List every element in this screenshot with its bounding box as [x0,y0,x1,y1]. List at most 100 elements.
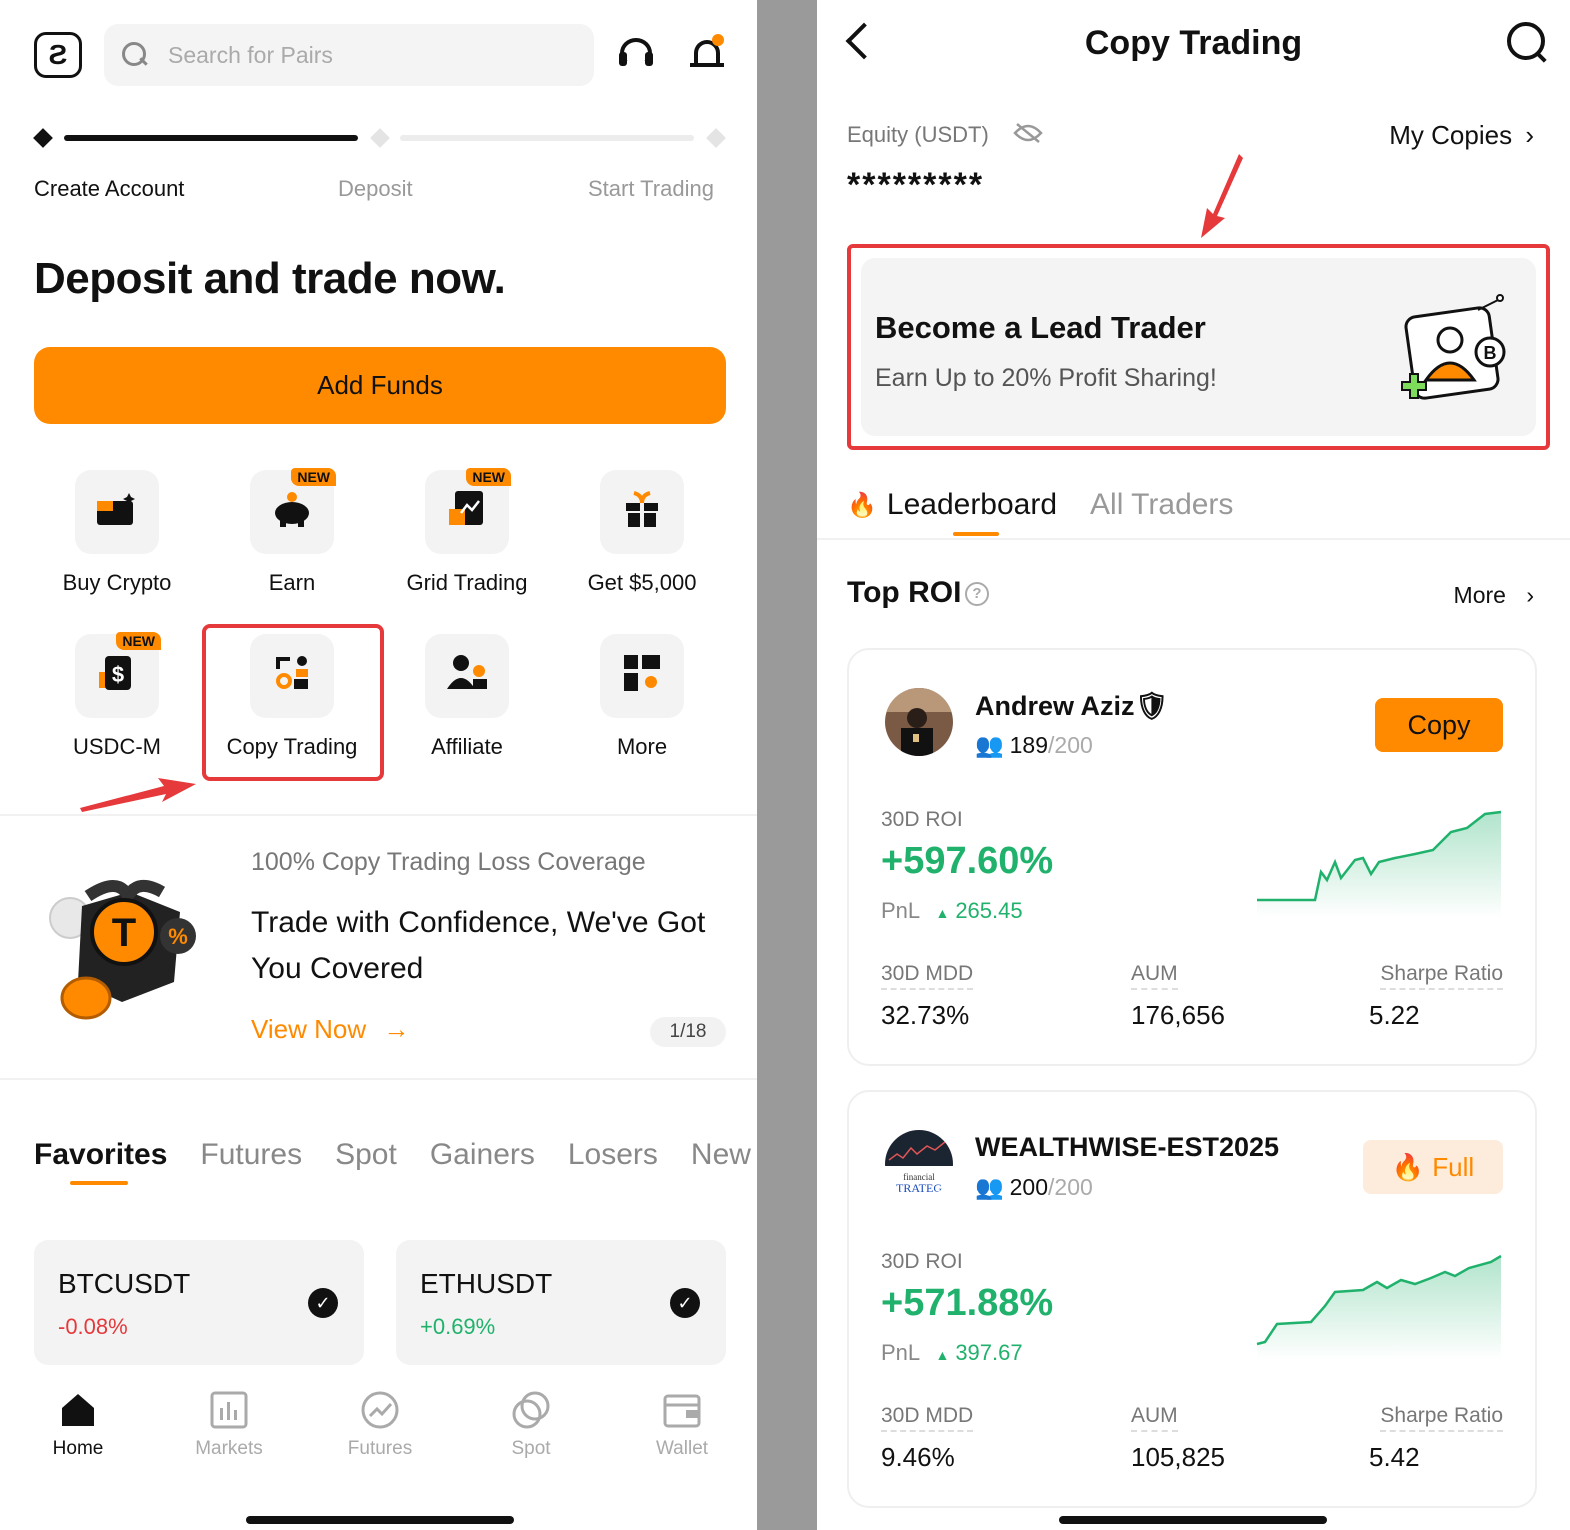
view-now-label: View Now [251,1014,367,1044]
dollar-doc-icon: $ [97,652,137,700]
mdd-label: 30D MDD [881,1404,974,1432]
lead-title: Become a Lead Trader [875,310,1206,345]
nav-label: Futures [347,1438,413,1459]
tab-leaderboard[interactable]: Leaderboard [887,488,1057,522]
tab-new[interactable]: New [691,1138,751,1172]
promo-text: Trade with Confidence, We've Got You Cov… [251,906,706,985]
eye-off-icon[interactable] [1013,122,1043,143]
trader-name: WEALTHWISE-EST2025 [975,1132,1280,1162]
tile-grid-trading[interactable]: NEW Grid Trading [382,468,552,596]
notification-bell-icon[interactable] [688,34,728,74]
step-deposit: Deposit [338,176,413,201]
market-tabs: Favorites Futures Spot Gainers Losers Ne… [34,1138,757,1172]
fire-icon: 🔥 [847,491,877,519]
search-icon[interactable] [1507,22,1547,62]
new-badge: NEW [116,632,161,650]
tile-label: More [616,734,668,759]
copier-count: 👥 189/200 [975,732,1093,758]
coin-gift-illustration: T % [48,866,204,1022]
add-funds-button[interactable]: Add Funds [34,347,726,424]
users-icon: 👥 [975,732,1004,758]
tab-all-traders[interactable]: All Traders [1090,488,1233,522]
tab-favorites[interactable]: Favorites [34,1138,167,1172]
help-question-icon[interactable]: ? [965,582,989,606]
nav-wallet[interactable]: Wallet [627,1390,737,1460]
home-screen: Ƨ Search for Pairs Create Account Deposi… [0,0,757,1530]
mdd-value: 9.46% [881,1442,955,1472]
equity-label: Equity (USDT) [847,122,989,147]
step-create-account: Create Account [34,176,185,201]
tile-label: Affiliate [431,734,503,759]
support-headset-icon[interactable] [616,34,656,74]
more-link[interactable]: More › [1454,582,1534,609]
copy-button[interactable]: Copy [1375,698,1503,752]
fire-icon: 🔥 [1391,1152,1425,1182]
tab-futures[interactable]: Futures [200,1138,302,1172]
tile-label: Earn [268,570,316,595]
tile-earn[interactable]: NEW Earn [207,468,377,596]
people-icon [445,653,489,699]
tile-more[interactable]: More [557,634,727,760]
favorite-card-eth[interactable]: ETHUSDT +0.69% ✓ [396,1240,726,1365]
check-icon[interactable]: ✓ [308,1288,338,1318]
roi-value: +571.88% [881,1282,1054,1324]
sharpe-label: Sharpe Ratio [1380,1404,1503,1432]
nav-home[interactable]: Home [23,1390,133,1460]
copier-count: 👥 200/200 [975,1174,1093,1200]
active-tab-indicator [953,532,999,536]
nav-label: Spot [511,1438,551,1459]
tile-buy-crypto[interactable]: Buy Crypto [32,470,202,596]
tile-get-5000[interactable]: Get $5,000 [557,470,727,596]
become-lead-trader-banner[interactable]: Become a Lead Trader Earn Up to 20% Prof… [847,244,1550,450]
search-bar[interactable]: Search for Pairs [104,24,594,86]
equity-value: ********* [847,166,985,204]
trader-name: Andrew Aziz🛡 [975,691,1169,721]
sharpe-value: 5.42 [1369,1442,1420,1472]
trader-card[interactable]: financial TRATEG WEALTHWISE-EST2025 👥 200/… [847,1090,1537,1508]
my-copies-link[interactable]: My Copies › [1389,120,1534,151]
promo-title: 100% Copy Trading Loss Coverage [251,848,646,876]
divider [817,538,1570,540]
lead-trader-illustration: B [1388,290,1518,408]
trader-card[interactable]: Andrew Aziz🛡 👥 189/200 Copy 30D ROI +597.… [847,648,1537,1066]
view-now-link[interactable]: View Now → [251,1014,409,1045]
roi-sparkline [1256,1254,1502,1360]
nav-spot[interactable]: Spot [476,1390,586,1460]
grid-chart-icon [447,489,487,535]
tile-affiliate[interactable]: Affiliate [382,634,552,760]
chevron-right-icon: › [1525,120,1534,150]
roi-sparkline [1257,810,1502,918]
nav-futures[interactable]: Futures [325,1390,435,1460]
tab-gainers[interactable]: Gainers [430,1138,535,1172]
gift-icon [622,489,662,535]
aum-label: AUM [1131,1404,1178,1432]
lead-subtitle: Earn Up to 20% Profit Sharing! [875,364,1217,392]
nav-markets[interactable]: Markets [174,1390,284,1460]
app-logo[interactable]: Ƨ [34,32,82,78]
favorite-card-btc[interactable]: BTCUSDT -0.08% ✓ [34,1240,364,1365]
pair-symbol: BTCUSDT [58,1268,191,1299]
home-indicator [246,1516,514,1524]
search-input[interactable]: Search for Pairs [168,42,333,69]
check-icon[interactable]: ✓ [670,1288,700,1318]
progress-line-pending [400,135,694,141]
my-copies-label: My Copies [1389,120,1513,150]
home-icon [58,1390,98,1430]
svg-text:$: $ [112,662,124,687]
tab-losers[interactable]: Losers [568,1138,658,1172]
step-start-trading: Start Trading [588,176,714,201]
roi-label: 30D ROI [881,808,963,831]
sharpe-value: 5.22 [1369,1000,1420,1030]
tile-usdc-m[interactable]: NEW $ USDC-M [32,632,202,760]
section-title: Top ROI [847,576,962,609]
pnl: PnL ▲ 265.45 [881,898,1023,923]
active-tab-indicator [70,1181,128,1185]
mdd-value: 32.73% [881,1000,970,1030]
up-triangle-icon: ▲ [935,1347,950,1363]
pair-change: +0.69% [420,1314,496,1339]
full-status-button[interactable]: 🔥 Full [1363,1140,1503,1194]
svg-text:T: T [112,911,136,955]
trader-avatar [885,688,953,756]
aum-value: 176,656 [1131,1000,1225,1030]
tab-spot[interactable]: Spot [335,1138,397,1172]
